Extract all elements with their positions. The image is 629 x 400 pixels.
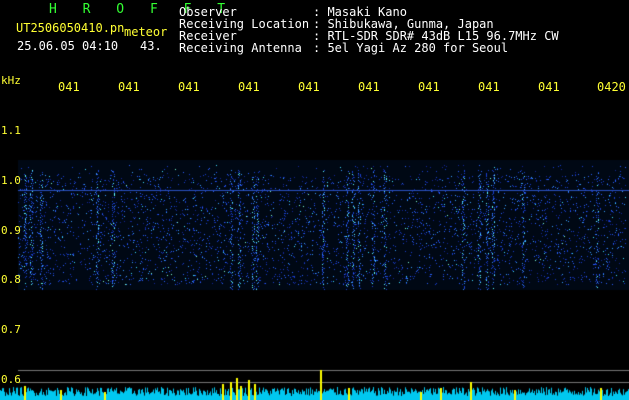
y-tick-label: 0.8	[1, 273, 21, 286]
time-tick-label: 041	[538, 80, 560, 94]
field-label-antenna: Receiving Antenna	[179, 41, 302, 55]
time-tick-label: 041	[238, 80, 260, 94]
mode-label: meteor	[124, 25, 168, 39]
y-tick-label: 0.7	[1, 323, 21, 336]
filename-label: UT2506050410.pn	[16, 21, 125, 35]
y-tick-label: 0.9	[1, 224, 21, 237]
field-value-antenna: : 5el Yagi Az 280 for Seoul	[313, 41, 509, 55]
waterfall-spectrogram	[0, 0, 629, 400]
y-tick-label: 1.0	[1, 174, 21, 187]
count-label: 43.	[140, 39, 162, 53]
time-tick-label: 041	[118, 80, 140, 94]
time-tick-label: 041	[478, 80, 500, 94]
time-tick-label: 041	[178, 80, 200, 94]
time-tick-label: 041	[358, 80, 380, 94]
time-tick-label: 041	[298, 80, 320, 94]
y-axis-unit: kHz	[1, 74, 21, 87]
time-tick-label: 041	[418, 80, 440, 94]
datetime-label: 25.06.05 04:10	[17, 39, 119, 53]
time-tick-label: 0420	[597, 80, 626, 94]
y-tick-label: 1.1	[1, 124, 21, 137]
y-tick-label: 0.6	[1, 373, 21, 386]
time-tick-label: 041	[58, 80, 80, 94]
